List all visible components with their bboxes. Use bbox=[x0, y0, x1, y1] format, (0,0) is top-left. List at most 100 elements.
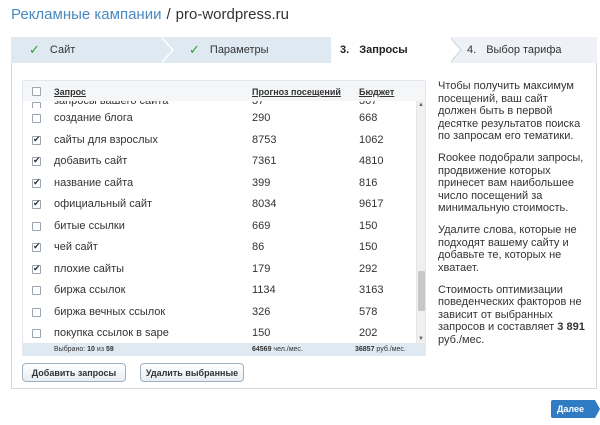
table-row[interactable]: битые ссылки 669 150 bbox=[23, 216, 417, 238]
queries-panel: запросы вашего сайта 37 307 создание блога 2… bbox=[11, 63, 597, 389]
table-row[interactable]: биржа ссылок 1134 3163 bbox=[23, 280, 417, 302]
breadcrumb-separator: / bbox=[166, 6, 171, 23]
queries-table-body: запросы вашего сайта 37 307 создание блога 2… bbox=[23, 96, 417, 345]
next-button[interactable]: Далее bbox=[551, 400, 595, 418]
column-header-forecast[interactable]: Прогноз посещений bbox=[252, 87, 341, 97]
budget-total: 36857 руб./мес. bbox=[355, 346, 406, 353]
budget-cell: 578 bbox=[359, 305, 378, 318]
forecast-total: 64569 чел./мес. bbox=[252, 346, 303, 353]
forecast-cell: 290 bbox=[252, 112, 271, 124]
add-queries-button[interactable]: Добавить запросы bbox=[22, 363, 126, 382]
query-cell: добавить сайт bbox=[54, 155, 128, 167]
wizard-step-label: Выбор тарифа bbox=[486, 44, 562, 56]
wizard-step-parameters[interactable]: ✓ Параметры bbox=[161, 37, 331, 63]
forecast-cell: 150 bbox=[252, 327, 271, 339]
wizard-step-tariff: 4. Выбор тарифа bbox=[451, 37, 597, 63]
wizard-step-label: Параметры bbox=[209, 44, 269, 56]
row-checkbox[interactable] bbox=[32, 114, 41, 123]
wizard-step-queries: 3. Запросы bbox=[332, 37, 462, 63]
budget-unit: руб./мес. bbox=[376, 346, 406, 353]
budget-cell: 816 bbox=[359, 176, 378, 189]
table-header: Запрос Прогноз посещений Бюджет bbox=[23, 81, 425, 101]
scrollbar-thumb[interactable] bbox=[418, 271, 425, 311]
queries-table: запросы вашего сайта 37 307 создание блога 2… bbox=[22, 80, 426, 356]
query-cell: чей сайт bbox=[54, 241, 98, 253]
step-divider bbox=[449, 37, 460, 63]
forecast-cell: 8753 bbox=[252, 133, 277, 146]
budget-cell: 1062 bbox=[359, 133, 384, 146]
query-cell: название сайта bbox=[54, 176, 134, 189]
budget-cell: 4810 bbox=[359, 155, 384, 167]
total-count: 59 bbox=[105, 346, 114, 353]
wizard-step-label: Сайт bbox=[49, 44, 76, 56]
step-divider bbox=[160, 37, 172, 63]
selected-summary: Выбрано: 10 из 59 bbox=[54, 346, 114, 353]
campaigns-link[interactable]: Рекламные кампании bbox=[11, 6, 161, 23]
table-row[interactable]: биржа вечных ссылок 326 578 bbox=[23, 302, 417, 324]
query-cell: официальный сайт bbox=[54, 198, 153, 210]
table-row[interactable]: сайты для взрослых 8753 1062 bbox=[23, 130, 417, 152]
forecast-cell: 1134 bbox=[252, 284, 276, 296]
table-row[interactable]: покупка ссылок в sape 150 202 bbox=[23, 323, 417, 345]
table-row[interactable]: добавить сайт 7361 4810 bbox=[23, 151, 417, 173]
row-checkbox[interactable] bbox=[32, 177, 41, 188]
table-row[interactable]: плохие сайты 179 292 bbox=[23, 259, 417, 281]
query-cell: сайты для взрослых bbox=[54, 133, 158, 146]
forecast-cell: 669 bbox=[252, 219, 271, 232]
wizard-step-number: 3. bbox=[340, 44, 350, 56]
forecast-cell: 7361 bbox=[252, 155, 277, 167]
selected-label: Выбрано: bbox=[54, 346, 86, 353]
table-row[interactable]: название сайта 399 816 bbox=[23, 173, 417, 195]
remove-selected-button[interactable]: Удалить выбранные bbox=[140, 363, 244, 382]
select-all-checkbox[interactable] bbox=[32, 87, 41, 96]
row-checkbox[interactable] bbox=[32, 329, 41, 338]
row-checkbox[interactable] bbox=[32, 198, 41, 209]
row-checkbox[interactable] bbox=[32, 134, 41, 145]
query-cell: битые ссылки bbox=[54, 219, 125, 232]
query-cell: биржа ссылок bbox=[54, 284, 126, 296]
query-cell: биржа вечных ссылок bbox=[54, 305, 166, 318]
budget-cell: 202 bbox=[359, 327, 378, 339]
row-checkbox[interactable] bbox=[32, 286, 41, 295]
budget-cell: 150 bbox=[359, 219, 378, 232]
table-scrollbar[interactable]: ▲ ▼ bbox=[416, 101, 425, 343]
forecast-cell: 86 bbox=[252, 241, 265, 253]
forecast-cell: 8034 bbox=[252, 198, 277, 210]
forecast-total-value: 64569 bbox=[252, 346, 272, 353]
page-header: Рекламные кампании / pro-wordpress.ru bbox=[11, 6, 289, 23]
table-row[interactable]: официальный сайт 8034 9617 bbox=[23, 194, 417, 216]
table-footer: Выбрано: 10 из 59 64569 чел./мес. 36857 … bbox=[23, 343, 425, 355]
forecast-cell: 399 bbox=[252, 176, 271, 189]
column-header-query[interactable]: Запрос bbox=[54, 87, 86, 97]
column-header-budget[interactable]: Бюджет bbox=[359, 87, 394, 97]
scroll-up-arrow-icon[interactable]: ▲ bbox=[418, 102, 424, 108]
table-row[interactable]: чей сайт 86 150 bbox=[23, 237, 417, 259]
row-checkbox[interactable] bbox=[32, 221, 41, 231]
row-checkbox[interactable] bbox=[32, 307, 41, 317]
wizard-step-label: Запросы bbox=[359, 44, 408, 56]
wizard-step-site[interactable]: ✓ Сайт bbox=[11, 37, 175, 63]
info-paragraph: Чтобы получить максимум посещений, ваш с… bbox=[438, 80, 581, 142]
info-paragraph: Удалите слова, которые не подходят вашем… bbox=[438, 224, 577, 274]
info-sidebar: Чтобы получить максимум посещений, ваш с… bbox=[438, 80, 588, 356]
wizard-steps: ✓ Сайт ✓ Параметры 3. Запросы 4. Выбор т… bbox=[11, 37, 597, 63]
forecast-unit: чел./мес. bbox=[273, 346, 303, 353]
row-checkbox[interactable] bbox=[32, 263, 41, 274]
price-value: 3 891 bbox=[557, 321, 585, 333]
scroll-down-arrow-icon[interactable]: ▼ bbox=[418, 336, 424, 342]
budget-total-value: 36857 bbox=[355, 346, 375, 353]
table-row[interactable]: создание блога 290 668 bbox=[23, 108, 417, 130]
selected-count: 10 bbox=[87, 346, 95, 353]
query-cell: плохие сайты bbox=[54, 262, 125, 275]
checkmark-icon: ✓ bbox=[29, 42, 40, 57]
row-checkbox[interactable] bbox=[32, 155, 41, 166]
budget-cell: 292 bbox=[359, 262, 378, 275]
info-paragraph: Rookee подобрали запросы, продвижение ко… bbox=[438, 152, 584, 214]
next-button-arrow[interactable] bbox=[595, 400, 600, 418]
forecast-cell: 179 bbox=[252, 262, 271, 275]
wizard-step-number: 4. bbox=[467, 44, 477, 56]
row-checkbox[interactable] bbox=[32, 241, 41, 252]
site-name: pro-wordpress.ru bbox=[175, 6, 290, 23]
budget-cell: 9617 bbox=[359, 198, 384, 210]
info-paragraph-price: Стоимость оптимизации поведенческих факт… bbox=[438, 284, 588, 347]
